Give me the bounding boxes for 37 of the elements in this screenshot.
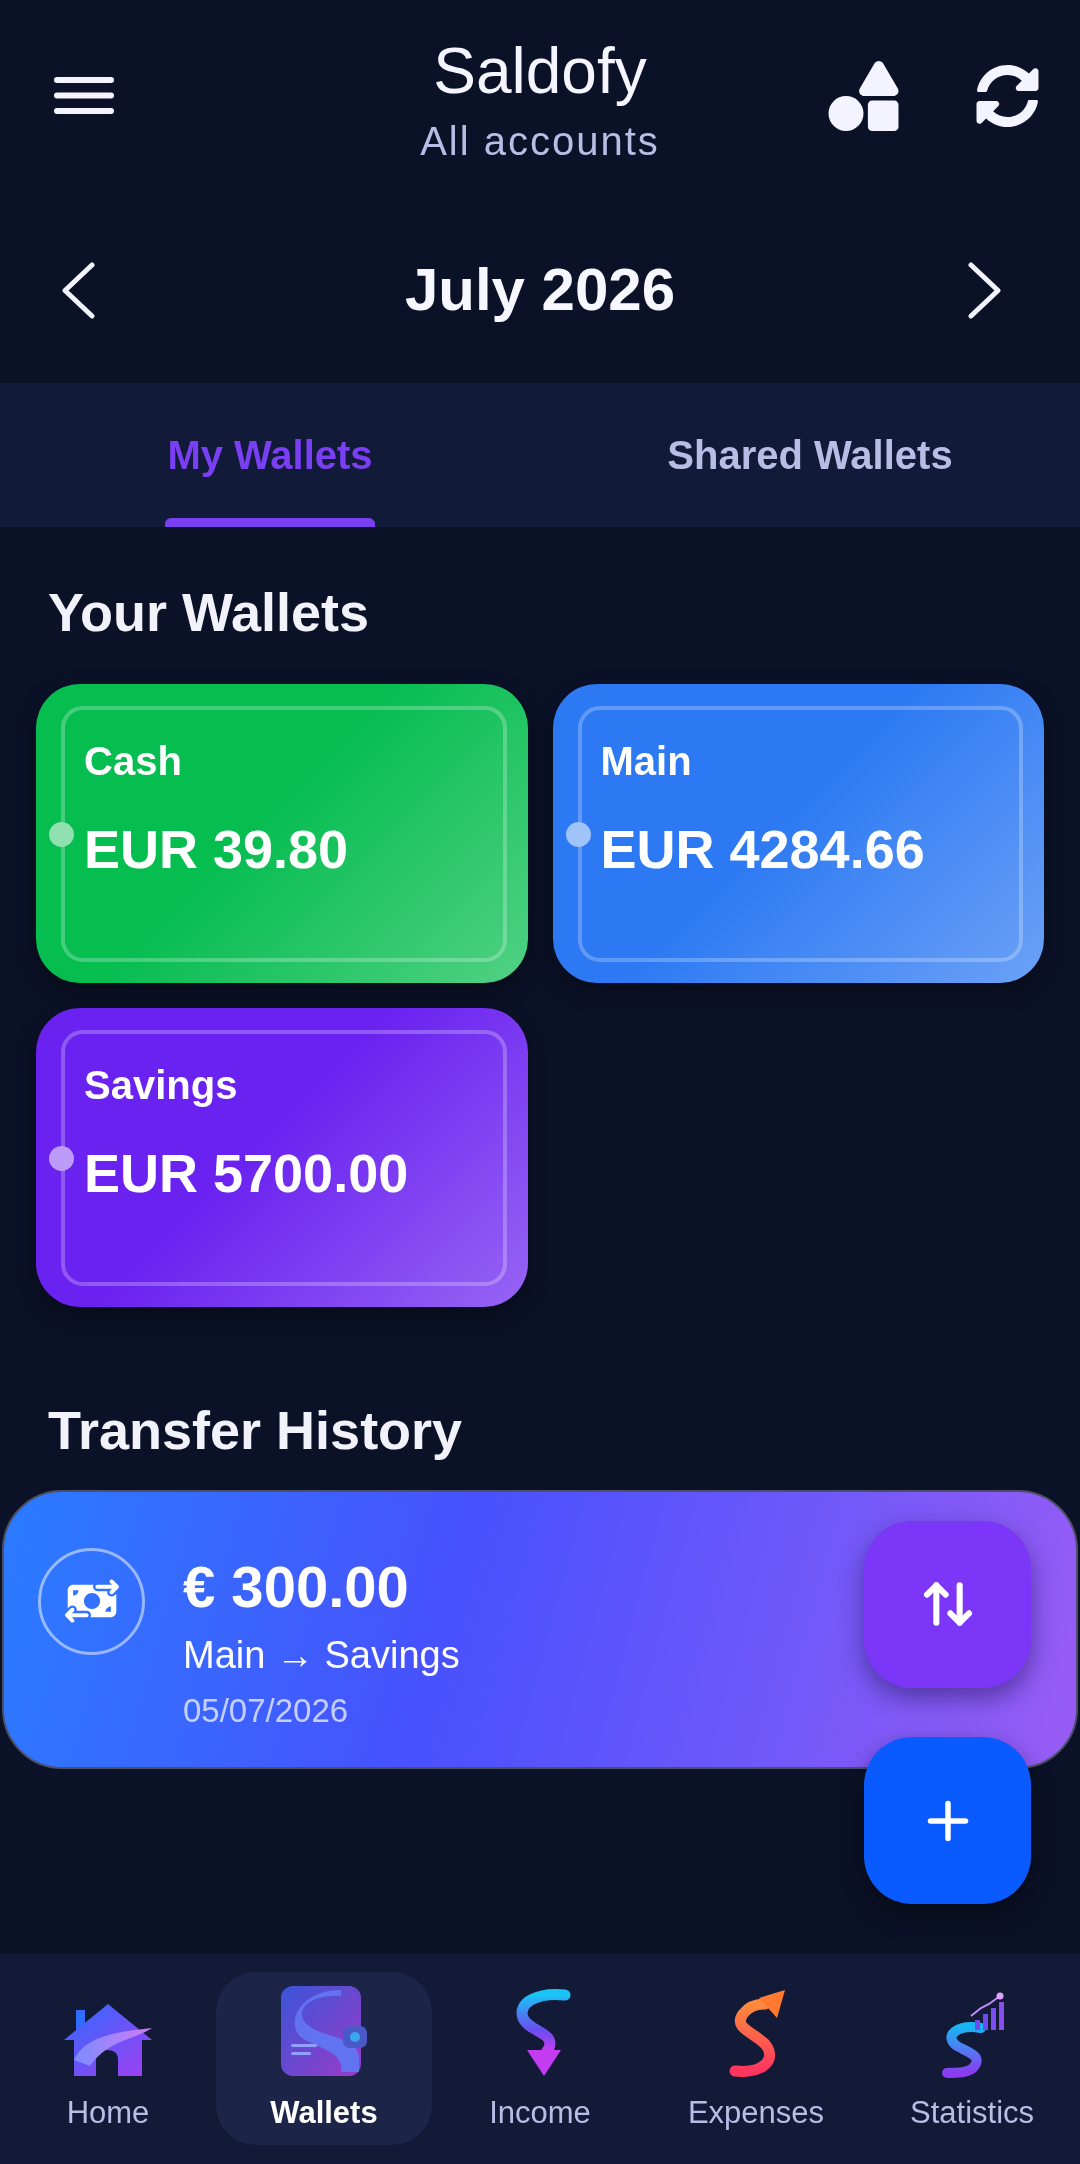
account-subtitle: All accounts bbox=[420, 118, 660, 166]
house-icon bbox=[62, 2002, 154, 2078]
nav-item[interactable]: Income bbox=[432, 1972, 648, 2145]
transfer-button[interactable] bbox=[864, 1521, 1031, 1688]
month-label: July 2026 bbox=[404, 255, 676, 326]
shapes-button[interactable] bbox=[827, 61, 900, 131]
chevron-right-icon bbox=[968, 261, 1002, 319]
menu-button[interactable] bbox=[54, 77, 114, 114]
previous-month-button[interactable] bbox=[61, 261, 95, 319]
tab[interactable]: Shared Wallets bbox=[540, 383, 1080, 528]
nav-item[interactable]: Expenses bbox=[648, 1972, 864, 2145]
section-title: Transfer History bbox=[48, 1399, 463, 1463]
nav-item[interactable]: Statistics bbox=[864, 1972, 1080, 2145]
chevron-left-icon bbox=[61, 261, 95, 319]
wallet-balance: EUR 5700.00 bbox=[84, 1142, 409, 1206]
nav-item[interactable]: Wallets bbox=[216, 1972, 432, 2145]
transfer-amount: € 300.00 bbox=[183, 1553, 409, 1621]
add-button[interactable] bbox=[864, 1737, 1031, 1904]
next-month-button[interactable] bbox=[968, 261, 1002, 319]
transfer-route: Main → Savings bbox=[183, 1632, 460, 1678]
wallet-icon bbox=[279, 1984, 369, 2078]
wallet-card[interactable]: Savings EUR 5700.00 bbox=[36, 1008, 528, 1308]
wallet-balance: EUR 4284.66 bbox=[600, 818, 925, 882]
section-title: Your Wallets bbox=[48, 581, 370, 645]
wallet-balance: EUR 39.80 bbox=[84, 818, 349, 882]
wallet-card[interactable]: Main EUR 4284.66 bbox=[552, 684, 1044, 984]
transfer-card[interactable]: € 300.00 Main → Savings 05/07/2026 bbox=[2, 1490, 1078, 1769]
wallet-name: Savings bbox=[84, 1062, 238, 1110]
wallet-name: Main bbox=[600, 738, 692, 786]
nav-item[interactable]: Home bbox=[0, 1972, 216, 2145]
shapes-icon bbox=[827, 61, 900, 131]
menu-icon bbox=[54, 77, 114, 114]
transfer-date: 05/07/2026 bbox=[183, 1691, 349, 1731]
curve-bar-chart-icon bbox=[939, 1992, 1005, 2078]
money-transfer-icon bbox=[38, 1548, 145, 1655]
wallet-name: Cash bbox=[84, 738, 182, 786]
app-title: Saldofy bbox=[433, 36, 647, 107]
